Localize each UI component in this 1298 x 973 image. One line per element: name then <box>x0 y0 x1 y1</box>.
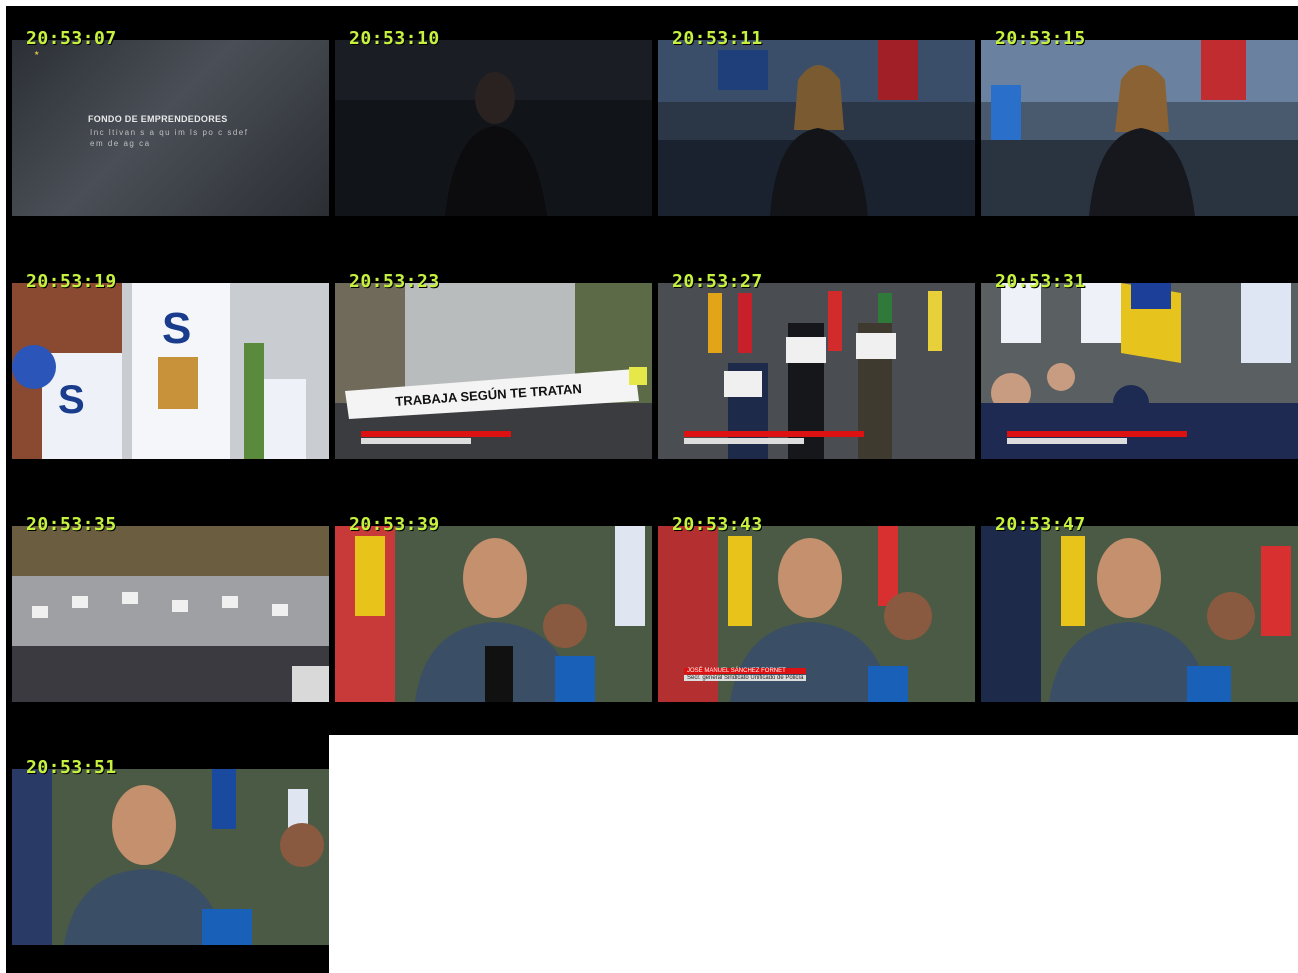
frame-image: S S <box>12 283 329 459</box>
timestamp: 20:53:31 <box>995 271 1086 292</box>
svg-text:S: S <box>58 378 85 422</box>
thumbnail-2: 20:53:10 <box>329 6 652 249</box>
timestamp: 20:53:07 <box>26 28 117 49</box>
thumbnail-8: 20:53:31 <box>975 249 1298 492</box>
thumbnail-9: 20:53:35 <box>6 492 329 735</box>
frame-image <box>335 40 652 216</box>
frame-image <box>658 40 975 216</box>
interviewee-name: JOSÉ MANUEL SÁNCHEZ FORNET <box>684 668 807 674</box>
frame-image <box>981 283 1298 459</box>
thumbnail-1: 20:53:07 ★ FONDO DE EMPRENDEDORES Inc lt… <box>6 6 329 249</box>
frame-image <box>658 283 975 459</box>
thumbnail-5: 20:53:19 S S <box>6 249 329 492</box>
timestamp: 20:53:39 <box>349 514 440 535</box>
frame-image <box>981 40 1298 216</box>
thumbnail-4: 20:53:15 <box>975 6 1298 249</box>
frame-image <box>335 526 652 702</box>
thumbnail-7: 20:53:27 <box>652 249 975 492</box>
timestamp: 20:53:19 <box>26 271 117 292</box>
thumbnail-10: 20:53:39 <box>329 492 652 735</box>
thumbnail-3: 20:53:11 <box>652 6 975 249</box>
frame-image: JOSÉ MANUEL SÁNCHEZ FORNET Secr. general… <box>658 526 975 702</box>
timestamp: 20:53:43 <box>672 514 763 535</box>
thumbnail-13: 20:53:51 <box>6 735 329 973</box>
frame-image: TRABAJA SEGÚN TE TRATAN <box>335 283 652 459</box>
lower-third <box>684 431 864 444</box>
timestamp: 20:53:47 <box>995 514 1086 535</box>
timestamp: 20:53:51 <box>26 757 117 778</box>
thumbnail-6: 20:53:23 TRABAJA SEGÚN TE TRATAN <box>329 249 652 492</box>
frame-image <box>12 526 329 702</box>
title-card-subtext: Inc ltivan s a qu im ls po c sdef em de … <box>90 128 249 148</box>
timestamp: 20:53:27 <box>672 271 763 292</box>
timestamp: 20:53:35 <box>26 514 117 535</box>
svg-text:S: S <box>162 304 191 353</box>
lower-third <box>1007 431 1187 444</box>
timestamp: 20:53:15 <box>995 28 1086 49</box>
channel-logo: ★ <box>34 51 40 57</box>
frame-image <box>981 526 1298 702</box>
timestamp: 20:53:10 <box>349 28 440 49</box>
lower-third: JOSÉ MANUEL SÁNCHEZ FORNET Secr. general… <box>684 668 807 681</box>
timestamp: 20:53:23 <box>349 271 440 292</box>
lower-third <box>361 431 511 444</box>
interviewee-role: Secr. general Sindicato Unificado de Pol… <box>684 675 807 681</box>
thumbnail-12: 20:53:47 <box>975 492 1298 735</box>
title-card-heading: FONDO DE EMPRENDEDORES <box>88 114 228 124</box>
frame-image: ★ FONDO DE EMPRENDEDORES Inc ltivan s a … <box>12 40 329 216</box>
timestamp: 20:53:11 <box>672 28 763 49</box>
frame-image <box>12 769 329 945</box>
thumbnail-11: 20:53:43 JOSÉ MANUEL SÁNCHEZ FORNET Secr… <box>652 492 975 735</box>
